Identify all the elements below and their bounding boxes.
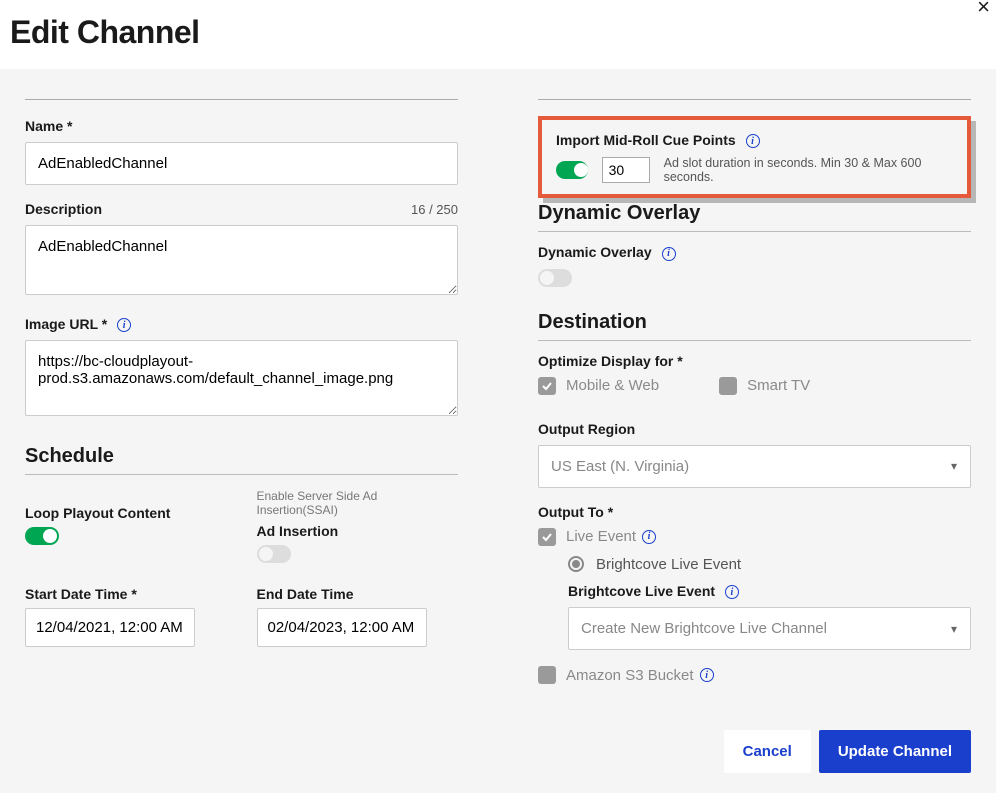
loop-playout-label: Loop Playout Content (25, 505, 227, 521)
dynamic-overlay-label-text: Dynamic Overlay (538, 244, 652, 260)
brightcove-live-radio-row[interactable]: Brightcove Live Event (568, 556, 971, 573)
end-date-group: End Date Time (257, 586, 459, 647)
output-s3-row[interactable]: Amazon S3 Bucket i (538, 666, 971, 684)
update-channel-button[interactable]: Update Channel (819, 730, 971, 773)
info-icon[interactable]: i (746, 134, 760, 148)
close-icon[interactable]: × (977, 0, 990, 20)
name-input[interactable] (25, 142, 458, 185)
start-date-group: Start Date Time * (25, 586, 227, 647)
form-content: Name * Description 16 / 250 AdEnabledCha… (0, 69, 996, 720)
dynamic-overlay-heading: Dynamic Overlay (538, 202, 971, 232)
left-column: Name * Description 16 / 250 AdEnabledCha… (25, 99, 458, 700)
page-header: Edit Channel (0, 0, 996, 69)
output-region-label: Output Region (538, 421, 971, 437)
midroll-toggle[interactable] (556, 161, 588, 179)
right-column: Import Mid-Roll Cue Points i Ad slot dur… (538, 99, 971, 700)
output-live-row[interactable]: Live Event i (538, 528, 971, 546)
ad-insertion-toggle (257, 545, 291, 563)
brightcove-live-select[interactable]: Create New Brightcove Live Channel (568, 607, 971, 650)
checkbox-checked-icon (538, 528, 556, 546)
description-field: Description 16 / 250 AdEnabledChannel (25, 201, 458, 300)
checkbox-unchecked-icon (719, 377, 737, 395)
destination-heading: Destination (538, 311, 971, 341)
name-label: Name * (25, 118, 458, 134)
info-icon[interactable]: i (725, 585, 739, 599)
cancel-button[interactable]: Cancel (724, 730, 811, 773)
checkbox-unchecked-icon (538, 666, 556, 684)
schedule-heading: Schedule (25, 445, 458, 475)
image-url-label: Image URL * i (25, 316, 458, 332)
output-to-label: Output To * (538, 504, 971, 520)
checkbox-checked-icon (538, 377, 556, 395)
description-label: Description (25, 201, 102, 217)
output-live-label: Live Event (566, 528, 636, 545)
optimize-tv-row[interactable]: Smart TV (719, 377, 810, 395)
info-icon[interactable]: i (700, 668, 714, 682)
optimize-label: Optimize Display for * (538, 353, 971, 369)
description-counter: 16 / 250 (411, 202, 458, 217)
description-input[interactable]: AdEnabledChannel (25, 225, 458, 295)
midroll-duration-input[interactable] (602, 157, 650, 183)
dynamic-overlay-label: Dynamic Overlay i (538, 244, 971, 260)
brightcove-live-event-label: Brightcove Live Event i (568, 583, 971, 599)
output-to-field: Output To * Live Event i Brightcove Live… (538, 504, 971, 684)
optimize-mobile-row[interactable]: Mobile & Web (538, 377, 659, 395)
info-icon[interactable]: i (117, 318, 131, 332)
midroll-label-text: Import Mid-Roll Cue Points (556, 132, 736, 148)
image-url-field: Image URL * i https://bc-cloudplayout-pr… (25, 316, 458, 421)
output-region-field: Output Region US East (N. Virginia) (538, 421, 971, 488)
ssai-helper: Enable Server Side Ad Insertion(SSAI) (257, 489, 459, 517)
dynamic-overlay-toggle (538, 269, 572, 287)
name-field: Name * (25, 118, 458, 185)
midroll-helper: Ad slot duration in seconds. Min 30 & Ma… (664, 156, 953, 184)
output-s3-label: Amazon S3 Bucket (566, 667, 694, 684)
radio-selected-icon (568, 556, 584, 572)
image-url-input[interactable]: https://bc-cloudplayout-prod.s3.amazonaw… (25, 340, 458, 416)
brightcove-live-radio-label: Brightcove Live Event (596, 556, 741, 573)
info-icon[interactable]: i (642, 530, 656, 544)
output-region-select[interactable]: US East (N. Virginia) (538, 445, 971, 488)
divider (538, 99, 971, 100)
info-icon[interactable]: i (662, 247, 676, 261)
end-date-label: End Date Time (257, 586, 459, 602)
optimize-field: Optimize Display for * Mobile & Web Smar… (538, 353, 971, 405)
end-date-input[interactable] (257, 608, 427, 647)
dynamic-overlay-field: Dynamic Overlay i (538, 244, 971, 287)
ad-insertion-label: Ad Insertion (257, 523, 459, 539)
optimize-tv-label: Smart TV (747, 377, 810, 394)
brightcove-live-event-label-text: Brightcove Live Event (568, 583, 715, 599)
brightcove-live-group: Brightcove Live Event Brightcove Live Ev… (568, 556, 971, 650)
divider (25, 99, 458, 100)
start-date-input[interactable] (25, 608, 195, 647)
optimize-mobile-label: Mobile & Web (566, 377, 659, 394)
page-title: Edit Channel (10, 14, 986, 51)
start-date-label: Start Date Time * (25, 586, 227, 602)
dialog-footer: Cancel Update Channel (0, 720, 996, 793)
loop-playout-toggle[interactable] (25, 527, 59, 545)
midroll-highlight: Import Mid-Roll Cue Points i Ad slot dur… (538, 116, 971, 198)
loop-playout-group: Loop Playout Content (25, 489, 227, 563)
midroll-label: Import Mid-Roll Cue Points i (556, 132, 953, 148)
ad-insertion-group: Enable Server Side Ad Insertion(SSAI) Ad… (257, 489, 459, 563)
image-url-label-text: Image URL * (25, 316, 107, 332)
